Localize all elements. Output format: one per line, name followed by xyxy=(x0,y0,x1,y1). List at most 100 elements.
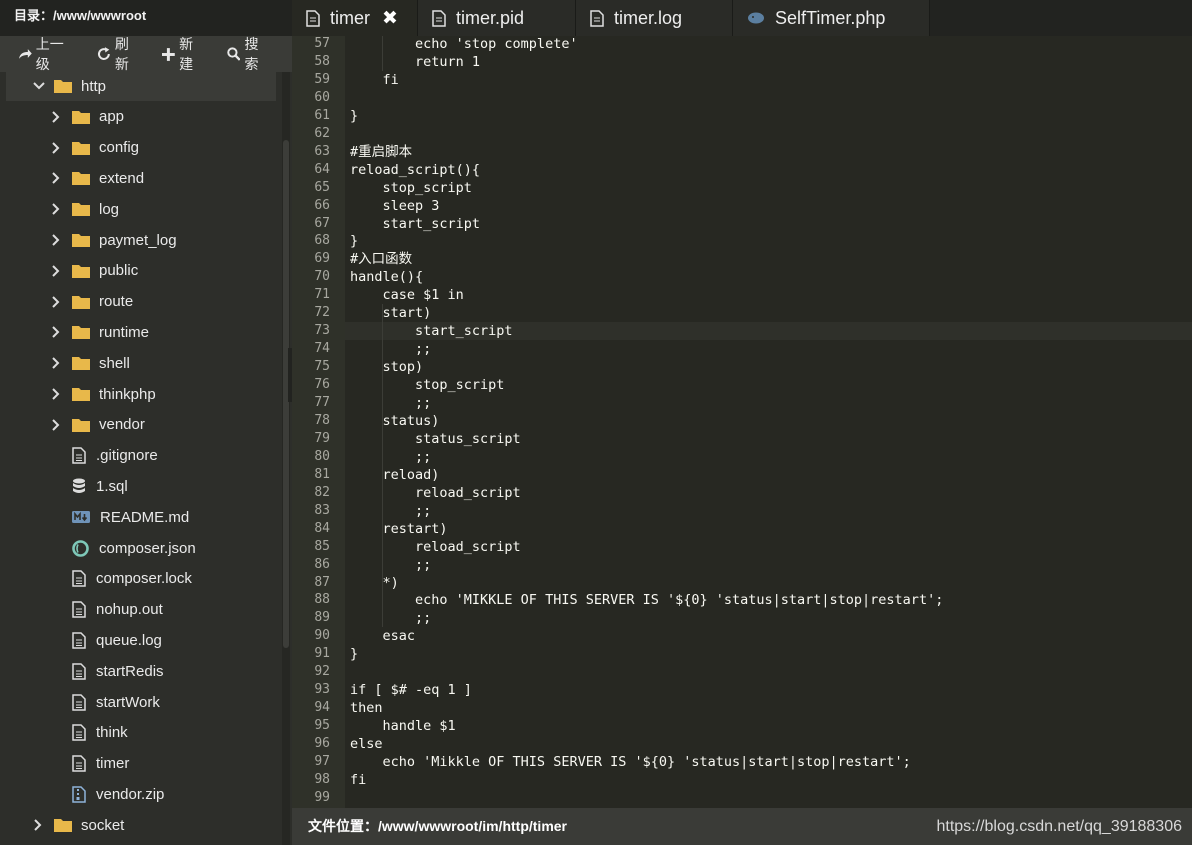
folder-icon xyxy=(72,418,90,432)
markdown-icon xyxy=(72,511,90,524)
code-line[interactable]: echo 'stop complete' xyxy=(350,36,578,53)
tab-timer[interactable]: timer ✖ xyxy=(292,0,418,36)
tree-file-item[interactable]: composer.json xyxy=(0,533,280,563)
code-line[interactable]: reload) xyxy=(350,466,440,484)
code-line[interactable]: reload_script xyxy=(350,484,521,502)
tree-folder-item[interactable]: http xyxy=(6,72,276,101)
refresh-button[interactable]: 刷新 xyxy=(97,34,142,74)
search-label: 搜索 xyxy=(244,36,259,72)
line-number: 74 xyxy=(314,341,330,357)
code-line[interactable]: handle $1 xyxy=(350,717,456,735)
code-line[interactable]: then xyxy=(350,699,383,717)
tree-folder-item[interactable]: vendor xyxy=(0,410,280,440)
code-line[interactable]: fi xyxy=(350,771,366,789)
tree-item-label: public xyxy=(99,262,139,280)
code-line[interactable]: } xyxy=(350,232,358,250)
chevron-right-icon xyxy=(52,234,60,246)
code-line[interactable]: stop_script xyxy=(350,376,504,394)
code-line[interactable]: reload_script xyxy=(350,538,521,556)
line-number: 70 xyxy=(314,269,330,285)
code-line[interactable]: status_script xyxy=(350,430,521,448)
tree-file-item[interactable]: timer xyxy=(0,749,280,779)
folder-icon xyxy=(72,172,90,186)
close-icon[interactable]: ✖ xyxy=(382,7,398,30)
tree-folder-item[interactable]: paymet_log xyxy=(0,225,280,255)
code-line[interactable]: } xyxy=(350,645,358,663)
line-number: 72 xyxy=(314,305,330,321)
code-line[interactable]: status) xyxy=(350,412,440,430)
code-line[interactable]: #入口函数 xyxy=(350,250,412,268)
code-editor[interactable]: 57 echo 'stop complete' 58 return 1 59 fi 6… xyxy=(292,36,1192,808)
tree-item-label: runtime xyxy=(99,323,150,341)
json-icon xyxy=(72,539,89,557)
code-line[interactable]: #重启脚本 xyxy=(350,143,412,161)
code-line[interactable]: sleep 3 xyxy=(350,197,440,215)
code-line[interactable]: case $1 in xyxy=(350,286,464,304)
tree-file-item[interactable]: queue.log xyxy=(0,625,280,655)
code-line[interactable]: } xyxy=(350,107,358,125)
code-line[interactable]: stop) xyxy=(350,358,424,376)
tree-file-item[interactable]: nohup.out xyxy=(0,595,280,625)
tree-folder-item[interactable]: runtime xyxy=(0,317,280,347)
code-line[interactable]: start_script xyxy=(350,215,481,233)
tree-folder-item[interactable]: log xyxy=(0,194,280,224)
tree-folder-item[interactable]: extend xyxy=(0,163,280,193)
code-line[interactable]: ;; xyxy=(350,609,431,627)
code-line[interactable]: handle(){ xyxy=(350,268,423,286)
chevron-right-icon xyxy=(52,141,60,154)
tree-file-item[interactable]: vendor.zip xyxy=(0,779,280,809)
folder-icon xyxy=(72,295,90,309)
chevron-down-icon xyxy=(33,82,45,90)
folder-icon xyxy=(72,234,90,247)
tree-folder-item[interactable]: app xyxy=(0,102,280,132)
tree-folder-item[interactable]: route xyxy=(0,287,280,317)
tree-file-item[interactable]: think xyxy=(0,718,280,748)
code-line[interactable]: restart) xyxy=(350,520,448,538)
tree-folder-item[interactable]: public xyxy=(0,256,280,286)
line-number: 65 xyxy=(314,179,330,195)
line-number: 91 xyxy=(314,646,330,662)
code-line[interactable]: start) xyxy=(350,304,432,322)
tree-file-item[interactable]: 1.sql xyxy=(0,471,280,501)
chevron-right-icon xyxy=(52,203,60,215)
tree-folder-item[interactable]: shell xyxy=(0,348,280,378)
tree-item-label: shell xyxy=(99,354,130,372)
code-line[interactable]: echo 'Mikkle OF THIS SERVER IS '${0} 'st… xyxy=(350,753,911,771)
file-icon xyxy=(72,601,86,618)
tree-file-item[interactable]: .gitignore xyxy=(0,441,280,471)
code-line[interactable]: fi xyxy=(350,71,399,89)
tree-file-item[interactable]: startRedis xyxy=(0,656,280,686)
tree-folder-item[interactable]: socket xyxy=(0,810,280,840)
code-line[interactable]: echo 'MIKKLE OF THIS SERVER IS '${0} 'st… xyxy=(350,591,943,609)
code-line[interactable]: ;; xyxy=(350,340,431,358)
tab-selftimer-php[interactable]: SelfTimer.php xyxy=(733,0,930,36)
code-line[interactable]: return 1 xyxy=(350,53,480,71)
chevron-right-icon xyxy=(34,819,42,831)
new-button[interactable]: 新建 xyxy=(162,34,206,74)
code-line[interactable]: if [ $# -eq 1 ] xyxy=(350,681,472,699)
tab-timer-pid[interactable]: timer.pid xyxy=(418,0,576,36)
code-line[interactable]: ;; xyxy=(350,394,431,412)
file-icon xyxy=(72,632,86,649)
up-level-button[interactable]: 上一级 xyxy=(18,34,77,74)
code-line[interactable]: ;; xyxy=(350,502,431,520)
code-line[interactable]: start_script xyxy=(350,322,513,340)
tab-timer-log[interactable]: timer.log xyxy=(576,0,733,36)
refresh-label: 刷新 xyxy=(114,36,129,72)
code-line[interactable]: reload_script(){ xyxy=(350,161,480,179)
code-line[interactable]: *) xyxy=(350,574,399,592)
code-line[interactable]: esac xyxy=(350,627,416,645)
tree-folder-item[interactable]: config xyxy=(0,133,280,163)
code-line[interactable]: stop_script xyxy=(350,179,472,197)
tree-folder-item[interactable]: thinkphp xyxy=(0,379,280,409)
folder-icon xyxy=(72,203,90,217)
code-line[interactable]: ;; xyxy=(350,448,431,466)
code-line[interactable]: else xyxy=(350,735,383,753)
search-button[interactable]: 搜索 xyxy=(226,34,272,74)
tree-file-item[interactable]: composer.lock xyxy=(0,564,280,594)
tree-item-label: composer.json xyxy=(99,539,196,557)
tree-file-item[interactable]: README.md xyxy=(0,502,280,532)
tree-file-item[interactable]: startWork xyxy=(0,687,280,717)
file-icon xyxy=(72,693,86,711)
code-line[interactable]: ;; xyxy=(350,556,431,574)
